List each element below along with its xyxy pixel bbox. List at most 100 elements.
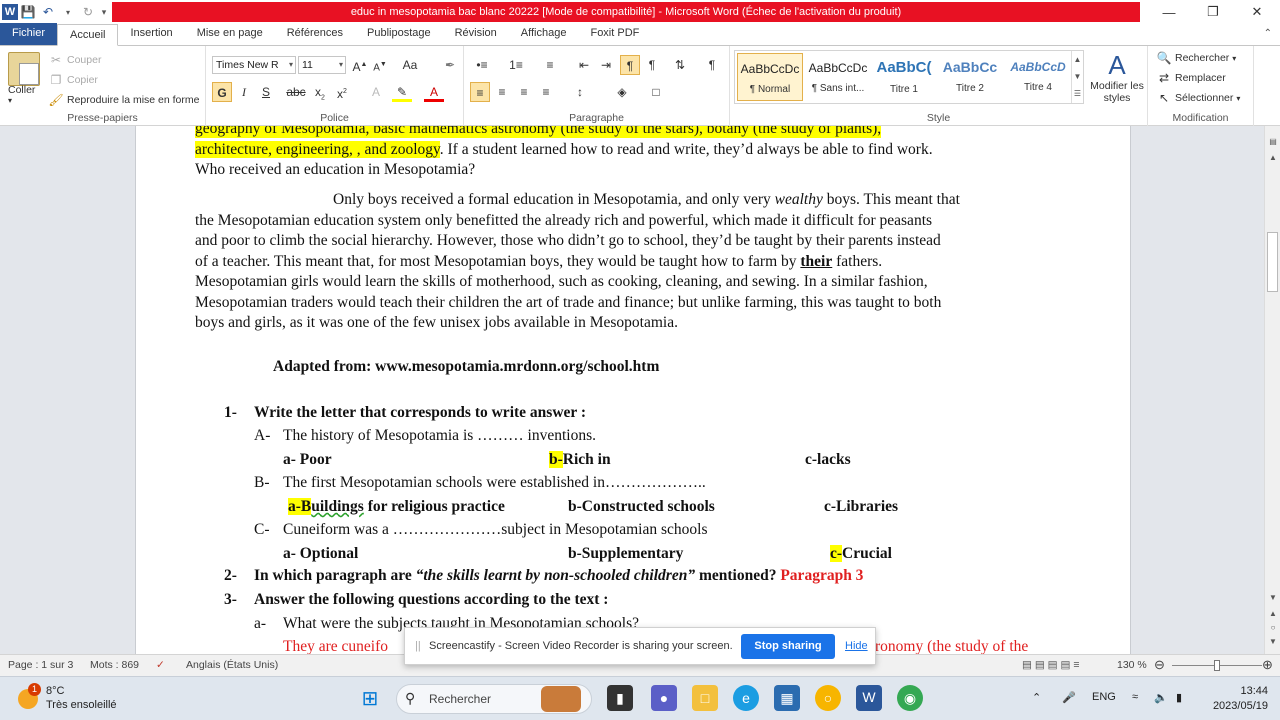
minimize-icon[interactable]: — <box>1146 0 1192 24</box>
file-explorer-icon[interactable]: □ <box>692 685 718 711</box>
zoom-slider-knob[interactable] <box>1214 660 1220 671</box>
paste-dropdown-icon[interactable]: ▾ <box>8 96 12 105</box>
align-right-icon[interactable]: ≡ <box>514 82 534 102</box>
next-page-icon[interactable]: ▼ <box>1267 636 1279 648</box>
scroll-down-icon[interactable]: ▼ <box>1267 592 1279 604</box>
superscript-icon[interactable]: x2 <box>332 82 352 102</box>
tab-revision[interactable]: Révision <box>443 23 509 45</box>
font-color-icon[interactable]: A <box>424 82 444 102</box>
font-size-combo[interactable]: 11 ▾ <box>298 56 346 74</box>
show-marks-icon[interactable]: ¶ <box>702 55 722 75</box>
change-case-icon[interactable]: Aa <box>400 55 420 75</box>
find-button[interactable]: 🔍 Rechercher ▾ <box>1156 50 1237 66</box>
highlight-icon[interactable]: ✎ <box>392 82 412 102</box>
drag-handle-icon[interactable]: || <box>415 640 421 652</box>
previous-page-icon[interactable]: ▲ <box>1267 608 1279 620</box>
minimize-ribbon-icon[interactable]: ⌃ <box>1264 28 1272 39</box>
hide-link[interactable]: Hide <box>845 640 868 652</box>
edge-browser-icon[interactable]: e <box>733 685 759 711</box>
battery-icon[interactable]: ▮ <box>1176 691 1182 704</box>
subscript-icon[interactable]: x2 <box>310 82 330 102</box>
clock[interactable]: 13:44 2023/05/19 <box>1208 684 1268 714</box>
store-icon[interactable]: ▦ <box>774 685 800 711</box>
underline-icon[interactable]: S <box>256 82 276 102</box>
customize-qat-icon[interactable]: ▾ <box>98 2 110 22</box>
align-center-icon[interactable]: ≡ <box>492 82 512 102</box>
zoom-in-icon[interactable]: ⊕ <box>1262 657 1273 673</box>
paste-icon[interactable] <box>8 52 40 86</box>
line-spacing-icon[interactable]: ↕ <box>570 82 590 102</box>
style-heading-4[interactable]: AaBbCcD Titre 4 <box>1005 53 1071 101</box>
taskbar-search[interactable]: ⚲ Rechercher <box>396 684 592 714</box>
tab-publipostage[interactable]: Publipostage <box>355 23 443 45</box>
style-heading-2[interactable]: AaBbCc Titre 2 <box>937 53 1003 101</box>
weather-widget[interactable]: 1 8°C Très ensoleillé <box>18 683 188 715</box>
word-count[interactable]: Mots : 869 <box>90 659 139 671</box>
undo-dropdown-icon[interactable]: ▾ <box>58 2 78 22</box>
styles-scroll-icon[interactable]: ▲ ▼ ☰ <box>1071 51 1083 103</box>
tab-references[interactable]: Références <box>275 23 355 45</box>
copy-button[interactable]: ❐ Copier <box>48 72 98 88</box>
close-icon[interactable]: ✕ <box>1234 0 1280 24</box>
format-painter-button[interactable]: 🖌 Reproduire la mise en forme <box>48 92 199 108</box>
cut-button[interactable]: ✂ Couper <box>48 52 101 68</box>
sort-icon[interactable]: ⇅ <box>670 55 690 75</box>
italic-icon[interactable]: I <box>234 82 254 102</box>
view-buttons[interactable]: ▤ ▤ ▤ ▤ ≡ <box>1022 659 1079 671</box>
browse-object-icon[interactable]: ○ <box>1267 622 1279 634</box>
rtl-direction-icon[interactable]: ¶ <box>642 55 662 75</box>
justify-icon[interactable]: ≡ <box>536 82 556 102</box>
volume-icon[interactable]: 🔈 <box>1154 691 1168 704</box>
word-logo-icon[interactable]: W <box>2 4 18 20</box>
bold-icon[interactable]: G <box>212 82 232 102</box>
restore-icon[interactable]: ❐ <box>1190 0 1236 24</box>
input-language[interactable]: ENG <box>1092 691 1116 703</box>
tab-insertion[interactable]: Insertion <box>118 23 184 45</box>
style-normal[interactable]: AaBbCcDc ¶ Normal <box>737 53 803 101</box>
ruler-toggle-icon[interactable]: ▤ <box>1267 136 1279 148</box>
windows-start-icon[interactable]: ⊞ <box>357 685 383 711</box>
document-page[interactable]: geography of Mesopotamia, basic mathemat… <box>135 126 1131 654</box>
align-left-icon[interactable]: ≡ <box>470 82 490 102</box>
stop-sharing-button[interactable]: Stop sharing <box>741 634 835 659</box>
shrink-font-icon[interactable]: A▼ <box>370 55 390 75</box>
app-icon[interactable]: ○ <box>815 685 841 711</box>
change-styles-button[interactable]: A Modifier les styles <box>1090 50 1144 104</box>
wifi-icon[interactable]: ≈ <box>1132 691 1138 703</box>
zoom-out-icon[interactable]: ⊖ <box>1154 657 1165 673</box>
tab-affichage[interactable]: Affichage <box>509 23 579 45</box>
proofing-icon[interactable]: ✓ <box>156 659 165 671</box>
task-view-icon[interactable]: ▮ <box>607 685 633 711</box>
tab-mise-en-page[interactable]: Mise en page <box>185 23 275 45</box>
replace-button[interactable]: ⇄ Remplacer <box>1156 70 1226 86</box>
zoom-level[interactable]: 130 % <box>1117 659 1147 671</box>
strikethrough-icon[interactable]: abc <box>286 82 306 102</box>
select-button[interactable]: ↖ Sélectionner ▾ <box>1156 90 1240 106</box>
decrease-indent-icon[interactable]: ⇤ <box>574 55 594 75</box>
tab-foxit-pdf[interactable]: Foxit PDF <box>578 23 651 45</box>
microphone-icon[interactable]: 🎤 <box>1062 691 1076 704</box>
tray-chevron-icon[interactable]: ⌃ <box>1032 691 1041 704</box>
redo-icon[interactable]: ↻ <box>78 2 98 22</box>
word-taskbar-icon[interactable]: W <box>856 685 882 711</box>
tab-fichier[interactable]: Fichier <box>0 23 58 45</box>
increase-indent-icon[interactable]: ⇥ <box>596 55 616 75</box>
font-family-combo[interactable]: Times New R ▾ <box>212 56 296 74</box>
paste-button[interactable]: Coller <box>8 84 35 96</box>
document-area[interactable]: geography of Mesopotamia, basic mathemat… <box>0 126 1264 654</box>
teams-chat-icon[interactable]: ● <box>651 685 677 711</box>
bullets-icon[interactable]: •≡ <box>472 55 492 75</box>
shading-icon[interactable]: ◈ <box>612 82 632 102</box>
vertical-scrollbar[interactable]: ▤ ▲ ▼ ▲ ○ ▼ <box>1264 126 1280 654</box>
text-effects-icon[interactable]: A <box>366 82 386 102</box>
ltr-direction-icon[interactable]: ¶ <box>620 55 640 75</box>
language-indicator[interactable]: Anglais (États Unis) <box>186 659 278 671</box>
save-icon[interactable]: 💾 <box>18 2 38 22</box>
page-indicator[interactable]: Page : 1 sur 3 <box>8 659 73 671</box>
borders-icon[interactable]: □ <box>646 82 666 102</box>
scroll-up-icon[interactable]: ▲ <box>1267 152 1279 164</box>
clear-formatting-icon[interactable]: ✒ <box>440 55 460 75</box>
numbering-icon[interactable]: 1≡ <box>506 55 526 75</box>
tab-accueil[interactable]: Accueil <box>57 24 119 46</box>
style-no-spacing[interactable]: AaBbCcDc ¶ Sans int... <box>805 53 871 101</box>
